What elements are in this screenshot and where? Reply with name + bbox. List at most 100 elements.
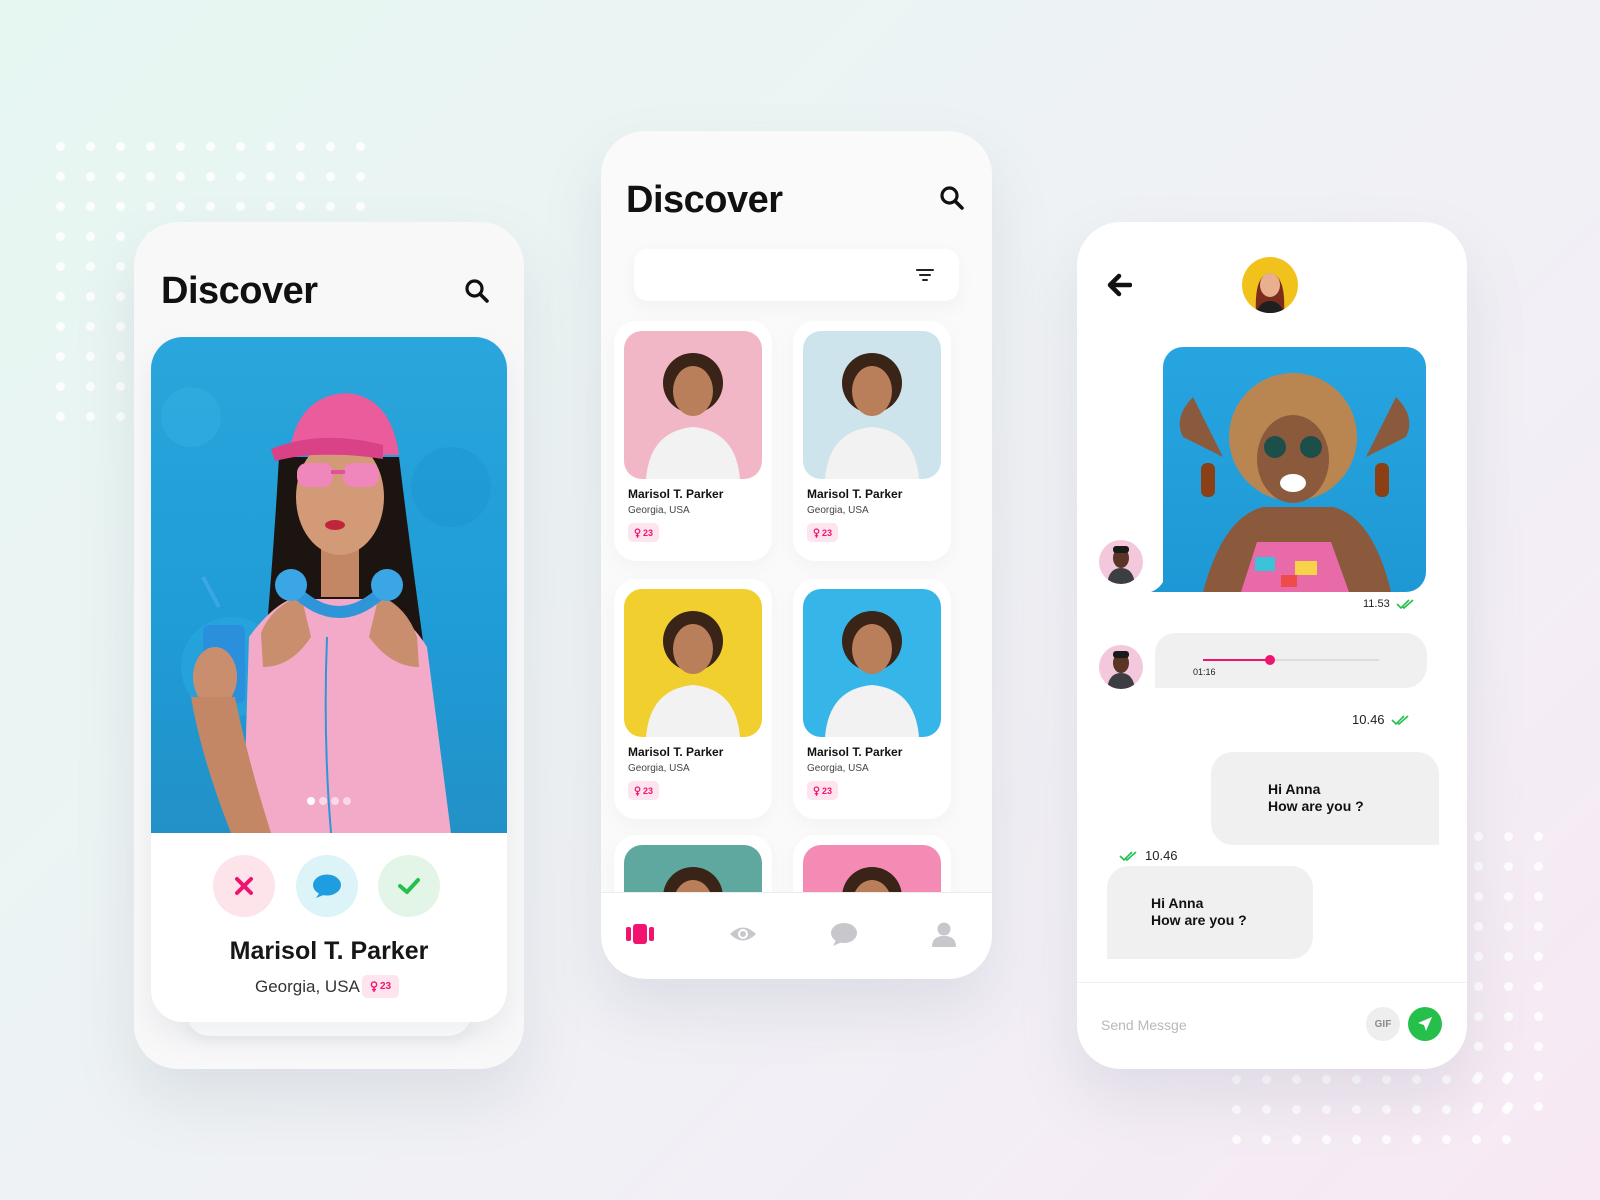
dot xyxy=(1504,832,1513,841)
dot xyxy=(1534,1042,1543,1051)
nav-profile-icon[interactable] xyxy=(929,919,959,949)
dot xyxy=(116,322,125,331)
dot xyxy=(1474,892,1483,901)
photo-pager xyxy=(307,797,351,805)
dot xyxy=(1262,1135,1271,1144)
dot xyxy=(56,412,65,421)
shared-photo[interactable] xyxy=(1163,347,1426,592)
age-value: 23 xyxy=(822,785,833,796)
profile-tile[interactable]: Marisol T. Parker Georgia, USA 23 xyxy=(793,321,951,561)
pager-dot[interactable] xyxy=(319,797,327,805)
dot xyxy=(1534,952,1543,961)
timestamp-text: 11.53 xyxy=(1363,598,1390,610)
dot xyxy=(236,202,245,211)
decorative-dot-grid xyxy=(1232,1075,1511,1144)
dot xyxy=(1504,922,1513,931)
dot xyxy=(296,172,305,181)
profile-location: Georgia, USA xyxy=(255,977,360,996)
profile-photo[interactable] xyxy=(803,331,941,479)
profile-photo[interactable] xyxy=(151,337,507,833)
dot xyxy=(56,292,65,301)
age-value: 23 xyxy=(822,527,833,538)
send-button[interactable] xyxy=(1408,1007,1442,1041)
age-value: 23 xyxy=(643,785,654,796)
dot xyxy=(1322,1105,1331,1114)
profile-photo[interactable] xyxy=(624,331,762,479)
search-input[interactable] xyxy=(634,249,959,301)
age-badge: 23 xyxy=(807,781,839,800)
dot xyxy=(86,172,95,181)
dot xyxy=(86,202,95,211)
pager-dot[interactable] xyxy=(343,797,351,805)
gif-button[interactable]: GIF xyxy=(1366,1007,1400,1041)
message-button[interactable] xyxy=(296,855,358,917)
back-arrow-icon[interactable] xyxy=(1104,270,1134,300)
dot xyxy=(1352,1135,1361,1144)
dot xyxy=(326,142,335,151)
sender-avatar[interactable] xyxy=(1099,540,1143,584)
timestamp-text: 10.46 xyxy=(1145,848,1178,863)
audio-progress xyxy=(1203,659,1270,661)
search-icon[interactable] xyxy=(937,183,967,213)
decorative-dot-grid xyxy=(1474,832,1543,1111)
dot xyxy=(1474,862,1483,871)
female-icon xyxy=(634,527,641,538)
nav-chat-icon[interactable] xyxy=(829,919,859,949)
dot xyxy=(1474,1072,1483,1081)
profile-photo[interactable] xyxy=(624,589,762,737)
outgoing-message[interactable]: Hi Anna How are you ? xyxy=(1211,752,1439,845)
dot xyxy=(56,202,65,211)
audio-message[interactable]: 01:16 xyxy=(1155,633,1427,688)
dot xyxy=(1412,1135,1421,1144)
dot xyxy=(266,142,275,151)
dot xyxy=(1534,1102,1543,1111)
dot xyxy=(1412,1075,1421,1084)
sender-avatar[interactable] xyxy=(1099,645,1143,689)
message-timestamp: 10.46 xyxy=(1119,848,1178,863)
profile-tile[interactable]: Marisol T. Parker Georgia, USA 23 xyxy=(793,579,951,819)
dot xyxy=(1262,1075,1271,1084)
filter-icon[interactable] xyxy=(914,265,936,285)
dot xyxy=(1474,952,1483,961)
dot xyxy=(1534,862,1543,871)
audio-scrubber[interactable] xyxy=(1264,655,1275,665)
dot xyxy=(1472,1135,1481,1144)
audio-track[interactable] xyxy=(1203,655,1379,665)
profile-tile[interactable]: Marisol T. Parker Georgia, USA 23 xyxy=(614,579,772,819)
dot xyxy=(1262,1105,1271,1114)
nav-eye-icon[interactable] xyxy=(728,919,758,949)
profile-photo[interactable] xyxy=(803,589,941,737)
profile-name: Marisol T. Parker xyxy=(807,745,903,759)
send-icon xyxy=(1418,1017,1432,1031)
age-value: 23 xyxy=(643,527,654,538)
pager-dot[interactable] xyxy=(307,797,315,805)
dot xyxy=(1352,1075,1361,1084)
discover-grid-screen: Discover Marisol T. Parker Georgia, USA 23… xyxy=(601,131,992,979)
message-input[interactable]: Send Messge xyxy=(1101,1017,1187,1033)
search-icon[interactable] xyxy=(462,276,492,306)
contact-avatar[interactable] xyxy=(1242,257,1298,313)
dot xyxy=(56,382,65,391)
dot xyxy=(86,142,95,151)
profile-tile[interactable]: Marisol T. Parker Georgia, USA 23 xyxy=(614,321,772,561)
dot xyxy=(1504,862,1513,871)
dislike-button[interactable] xyxy=(213,855,275,917)
dot xyxy=(56,352,65,361)
nav-cards-icon[interactable] xyxy=(625,919,655,949)
profile-location: Georgia, USA xyxy=(807,505,869,516)
dot xyxy=(1232,1135,1241,1144)
dot xyxy=(86,292,95,301)
profile-name: Marisol T. Parker xyxy=(628,745,724,759)
profile-card[interactable]: Marisol T. Parker Georgia, USA 23 xyxy=(151,337,507,1022)
incoming-message[interactable]: Hi Anna How are you ? xyxy=(1107,866,1313,959)
message-line: How are you ? xyxy=(1151,912,1247,928)
profile-name: Marisol T. Parker xyxy=(229,937,429,965)
age-badge: 23 xyxy=(362,975,400,998)
dot xyxy=(206,142,215,151)
pager-dot[interactable] xyxy=(331,797,339,805)
like-button[interactable] xyxy=(378,855,440,917)
age-badge: 23 xyxy=(628,781,660,800)
dot xyxy=(1504,1042,1513,1051)
image-message[interactable] xyxy=(1151,347,1426,592)
dot xyxy=(1474,832,1483,841)
